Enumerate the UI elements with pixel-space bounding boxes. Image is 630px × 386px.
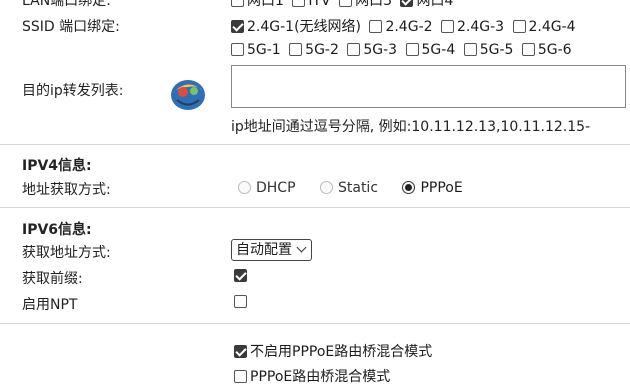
ssid-5g-4-checkbox[interactable]	[405, 43, 419, 56]
ssid-24g-2-checkbox[interactable]	[369, 20, 383, 33]
avatar-icon	[168, 75, 208, 113]
bridge-disable-checkbox[interactable]	[234, 345, 247, 358]
ssid-24g-2-option[interactable]: 2.4G-2	[369, 19, 433, 35]
ssid-5g-2-option[interactable]: 5G-2	[289, 42, 339, 58]
lan-binding-label: LAN端口绑定:	[22, 0, 111, 9]
ipv6-mode-select[interactable]: 自动配置	[231, 239, 312, 261]
bridge-enable-checkbox[interactable]	[234, 370, 247, 383]
divider	[0, 207, 630, 208]
lan-option-port3[interactable]: 网口3	[339, 0, 392, 10]
ssid-5g-1-option[interactable]: 5G-1	[231, 42, 281, 58]
ssid-24g-3-checkbox[interactable]	[440, 20, 454, 33]
ssid-24g-3-option[interactable]: 2.4G-3	[440, 19, 504, 35]
bridge-disable-option[interactable]: 不启用PPPoE路由桥混合模式	[234, 341, 432, 361]
ssid-5g-6-checkbox[interactable]	[521, 43, 535, 56]
ipv6-mode-value: 自动配置	[236, 242, 292, 258]
lan-port4-checkbox[interactable]	[400, 0, 414, 7]
ssid-5g-5-option[interactable]: 5G-5	[463, 42, 513, 58]
divider	[0, 144, 630, 145]
ipv4-dhcp-option[interactable]: DHCP	[238, 180, 296, 196]
ipv6-npt-checkbox[interactable]	[234, 295, 247, 308]
ipv4-pppoe-option[interactable]: PPPoE	[402, 180, 463, 196]
ipv6-mode-label: 获取地址方式:	[22, 245, 111, 261]
lan-port1-checkbox[interactable]	[231, 0, 244, 7]
ipv6-prefix-label: 获取前缀:	[22, 271, 83, 287]
ssid-5g-3-checkbox[interactable]	[347, 43, 361, 56]
lan-option-itv[interactable]: ITV	[292, 0, 331, 9]
ssid-5g-5-checkbox[interactable]	[463, 43, 477, 56]
ipv4-pppoe-radio[interactable]	[402, 181, 416, 194]
ssid-row-24g: 2.4G-1(无线网络) 2.4G-2 2.4G-3 2.4G-4	[231, 16, 580, 36]
lan-port3-checkbox[interactable]	[339, 0, 353, 7]
bridge-enable-option[interactable]: PPPoE路由桥混合模式	[234, 366, 390, 386]
ipv6-npt-option[interactable]	[234, 294, 250, 310]
dest-ip-label: 目的ip转发列表:	[22, 83, 124, 99]
lan-itv-checkbox[interactable]	[292, 0, 306, 7]
ipv4-mode-options: DHCP Static PPPoE	[238, 180, 467, 196]
ssid-binding-label: SSID 端口绑定:	[22, 19, 120, 35]
ipv4-section-title: IPV4信息:	[22, 158, 92, 174]
ipv6-npt-label: 启用NPT	[22, 297, 78, 313]
ssid-24g-4-option[interactable]: 2.4G-4	[512, 19, 576, 35]
lan-option-port1[interactable]: 网口1	[231, 0, 284, 10]
ssid-5g-2-checkbox[interactable]	[289, 43, 303, 56]
ipv4-static-option[interactable]: Static	[319, 180, 378, 196]
ssid-5g-6-option[interactable]: 5G-6	[521, 42, 572, 58]
ssid-24g-1-option[interactable]: 2.4G-1(无线网络)	[231, 16, 361, 36]
lan-binding-options: 网口1 ITV 网口3 网口4	[231, 0, 457, 10]
ipv4-mode-label: 地址获取方式:	[22, 182, 111, 198]
ipv6-section-title: IPV6信息:	[22, 222, 92, 238]
lan-binding-row: LAN端口绑定:	[22, 0, 111, 10]
ipv4-dhcp-radio[interactable]	[238, 181, 251, 194]
ssid-5g-1-checkbox[interactable]	[231, 43, 244, 56]
ssid-24g-4-checkbox[interactable]	[512, 20, 526, 33]
dest-ip-hint: ip地址间通过逗号分隔, 例如:10.11.12.13,10.11.12.15-	[231, 119, 591, 135]
chevron-down-icon	[296, 242, 307, 253]
ssid-24g-1-checkbox[interactable]	[231, 20, 244, 33]
divider	[0, 323, 630, 324]
lan-option-port4[interactable]: 网口4	[400, 0, 453, 10]
dest-ip-textarea[interactable]	[231, 65, 626, 108]
ipv6-prefix-option[interactable]	[234, 268, 250, 284]
ssid-5g-3-option[interactable]: 5G-3	[347, 42, 397, 58]
ipv6-prefix-checkbox[interactable]	[234, 269, 247, 282]
ssid-5g-4-option[interactable]: 5G-4	[405, 42, 455, 58]
ssid-row-5g: 5G-1 5G-2 5G-3 5G-4 5G-5 5G-6	[231, 42, 576, 58]
ipv4-static-radio[interactable]	[319, 181, 333, 194]
